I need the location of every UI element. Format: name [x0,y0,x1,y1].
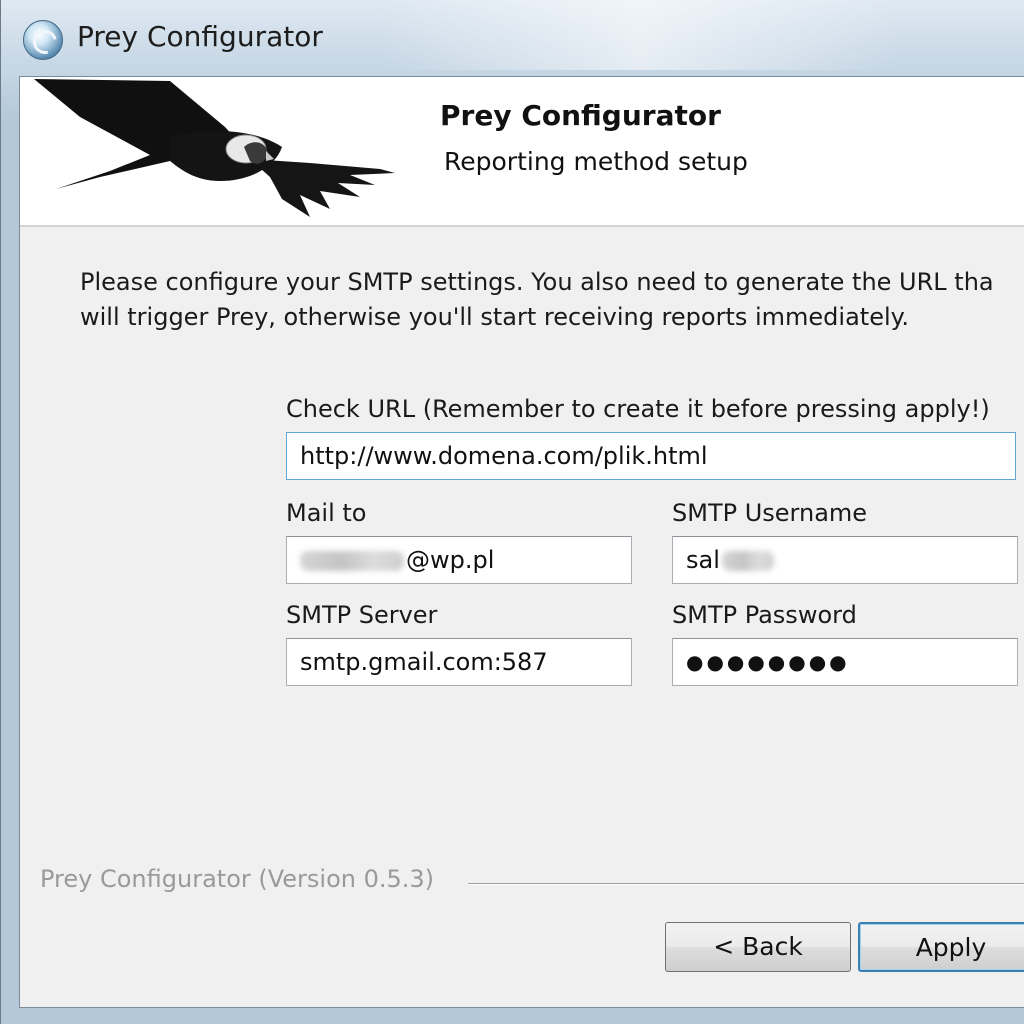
header-subtitle: Reporting method setup [444,147,748,176]
title-bar[interactable]: Prey Configurator [1,0,1024,76]
instructions-line-2: will trigger Prey, otherwise you'll star… [80,303,910,331]
back-button[interactable]: < Back [665,922,851,972]
dialog-client-area: Prey Configurator Reporting method setup… [19,76,1024,1008]
smtp-username-label: SMTP Username [672,499,868,527]
check-url-label: Check URL (Remember to create it before … [286,395,990,423]
instructions-text: Please configure your SMTP settings. You… [80,265,1024,335]
smtp-server-input[interactable]: smtp.gmail.com:587 [286,638,632,686]
instructions-line-1: Please configure your SMTP settings. You… [80,268,994,296]
apply-button[interactable]: Apply [858,922,1024,972]
smtp-password-label: SMTP Password [672,601,857,629]
mail-to-input[interactable]: @wp.pl [286,536,632,584]
mail-to-domain: @wp.pl [406,546,495,574]
footer-divider [468,883,1024,885]
prey-app-icon [23,20,63,60]
smtp-username-input[interactable]: sal [672,536,1018,584]
wizard-header: Prey Configurator Reporting method setup [20,77,1024,227]
mail-to-label: Mail to [286,499,367,527]
window-title: Prey Configurator [77,20,323,53]
redacted-blur [300,551,404,571]
check-url-input[interactable]: http://www.domena.com/plik.html [286,432,1016,480]
smtp-server-label: SMTP Server [286,601,438,629]
version-label: Prey Configurator (Version 0.5.3) [40,865,435,893]
condor-bird-logo [34,79,395,217]
redacted-blur [721,551,774,571]
smtp-username-prefix: sal [686,546,720,574]
window-frame: Prey Configurator Prey Configurator Repo… [0,0,1024,1024]
header-title: Prey Configurator [440,99,721,132]
smtp-password-input[interactable]: ●●●●●●●● [672,638,1018,686]
